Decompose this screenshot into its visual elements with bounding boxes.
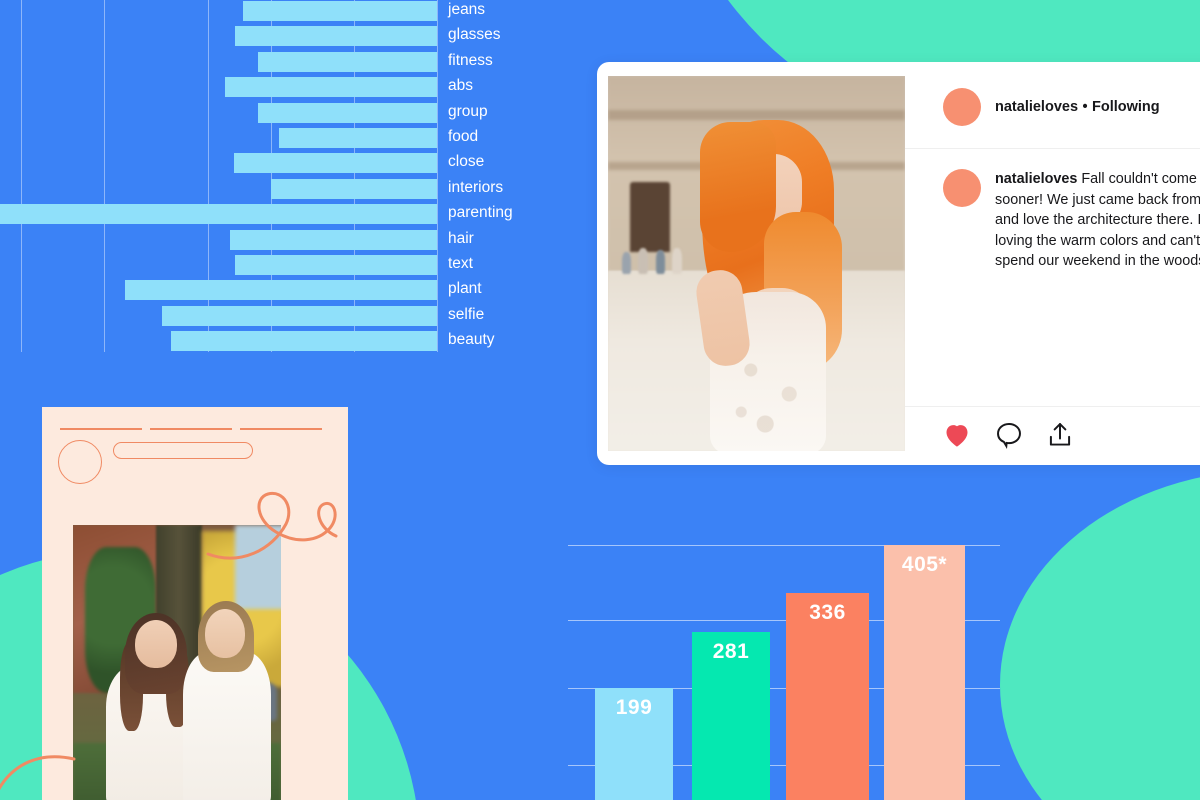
comment-icon[interactable] (995, 421, 1023, 449)
share-icon[interactable] (1047, 421, 1073, 449)
bar-row[interactable]: fitness (0, 49, 493, 75)
bar-row[interactable]: food (0, 125, 478, 151)
bar-row[interactable]: abs (0, 74, 473, 100)
post-caption: natalieloves Fall couldn't come any soon… (995, 169, 1200, 406)
bar (125, 280, 437, 301)
post-photo (608, 76, 905, 451)
keyword-horizontal-bar-chart: jeans glasses fitness abs group food close inte… (0, 0, 562, 370)
bar (235, 255, 437, 275)
bar-row[interactable]: jeans (0, 0, 485, 24)
instagram-post-card[interactable]: natalieloves • Following natalieloves Fa… (597, 62, 1200, 465)
bar-row[interactable]: close (0, 150, 484, 176)
bar (279, 128, 437, 148)
caption-avatar[interactable] (943, 169, 981, 207)
bar[interactable]: 405* (884, 545, 965, 800)
bar-value-label: 336 (809, 601, 846, 624)
bar (225, 77, 437, 98)
bar-row[interactable]: selfie (0, 303, 484, 329)
post-header: natalieloves • Following (905, 62, 1200, 149)
bar-row[interactable]: beauty (0, 328, 495, 354)
bar-value-label: 199 (615, 696, 653, 719)
bar (271, 178, 437, 199)
bar-category-label: food (448, 128, 479, 145)
post-details: natalieloves • Following natalieloves Fa… (905, 62, 1200, 465)
bar (243, 1, 437, 21)
bar-value-label: 405* (901, 553, 948, 576)
heart-icon[interactable] (943, 422, 971, 448)
bar-category-label: close (448, 153, 485, 171)
username[interactable]: natalieloves (995, 99, 1078, 115)
post-caption-row: natalieloves Fall couldn't come any soon… (905, 149, 1200, 407)
text-placeholder (113, 442, 253, 459)
bar-row[interactable]: plant (0, 277, 482, 303)
separator-dot: • (1082, 99, 1088, 115)
bar-row[interactable]: glasses (0, 23, 501, 49)
bar (0, 204, 437, 225)
avatar[interactable] (943, 88, 981, 126)
bar (258, 51, 437, 72)
avatar-placeholder (58, 440, 102, 484)
caption-author[interactable]: natalieloves (995, 171, 1077, 187)
bar-category-label: plant (448, 280, 482, 298)
bar (162, 305, 437, 326)
bar-category-label: parenting (448, 204, 513, 222)
bar-category-label: abs (448, 77, 473, 95)
header-line-1 (60, 428, 142, 430)
bar-row[interactable]: hair (0, 227, 474, 253)
header-line-2 (150, 428, 232, 430)
bar[interactable]: 199 (595, 688, 673, 800)
bar-row[interactable]: group (0, 100, 488, 126)
bar-category-label: jeans (448, 1, 486, 18)
bar-category-label: hair (448, 229, 474, 247)
teal-blob-right (1000, 470, 1200, 800)
bar (235, 26, 437, 47)
bar[interactable]: 336 (786, 593, 869, 800)
collage-canvas: jeans glasses fitness abs group food close inte… (0, 0, 1200, 800)
following-label[interactable]: Following (1092, 99, 1160, 115)
bar-row[interactable]: interiors (0, 176, 503, 202)
bar-row[interactable]: parenting (0, 201, 513, 227)
post-actions (905, 407, 1200, 465)
bar-category-label: selfie (448, 305, 485, 323)
header-text: natalieloves • Following (995, 98, 1160, 116)
bar (258, 102, 437, 123)
bar (234, 153, 437, 174)
bar-category-label: beauty (448, 331, 495, 349)
metrics-vertical-bar-chart: 199 281 336 405* (560, 520, 1000, 800)
bar-category-label: glasses (448, 26, 501, 44)
bar-category-label: text (448, 255, 473, 272)
bar (171, 331, 437, 352)
bar-row[interactable]: text (0, 252, 473, 278)
bar-category-label: fitness (448, 51, 493, 69)
friends-photo (73, 525, 281, 800)
bar-category-label: group (448, 102, 488, 120)
header-line-3 (240, 428, 322, 430)
bar[interactable]: 281 (692, 632, 770, 800)
bar (230, 229, 437, 250)
bar-category-label: interiors (448, 178, 504, 196)
bar-value-label: 281 (712, 640, 750, 663)
photo-subject (692, 120, 852, 451)
